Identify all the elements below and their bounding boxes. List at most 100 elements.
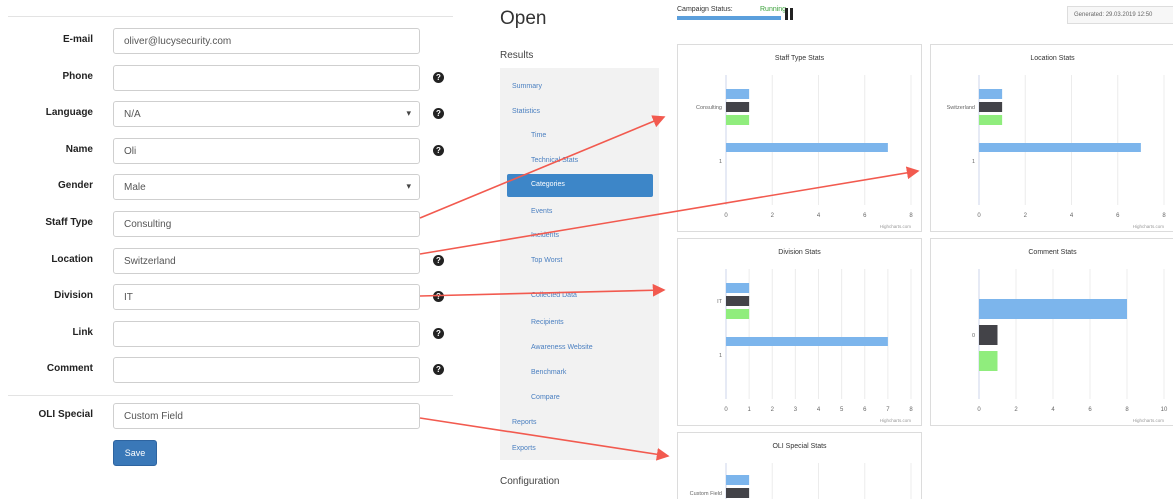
oli-special-stats-card: OLI Special Stats Custom Field xyxy=(677,432,922,499)
question-circle-icon[interactable]: ? xyxy=(433,72,444,83)
x-tick-label: 1 xyxy=(747,407,751,413)
generated-timestamp: Generated: 29.03.2019 12:50 xyxy=(1067,6,1173,24)
x-tick-label: 2 xyxy=(771,407,775,413)
e-mail-input[interactable]: oliver@lucysecurity.com xyxy=(113,28,420,54)
x-tick-label: 0 xyxy=(977,407,981,413)
x-tick-label: 2 xyxy=(1014,407,1018,413)
x-tick-label: 8 xyxy=(1162,213,1166,219)
nav-item-recipients[interactable]: Recipients xyxy=(531,319,564,326)
y-category-label: 1 xyxy=(972,159,975,165)
language-label: Language xyxy=(45,107,93,118)
y-category-label: Consulting xyxy=(696,105,722,111)
phone-input[interactable] xyxy=(113,65,420,91)
bar-series-3 xyxy=(726,115,750,125)
x-tick-label: 6 xyxy=(1116,213,1120,219)
bar-single xyxy=(726,143,888,152)
comment-input[interactable] xyxy=(113,357,420,383)
bar-single xyxy=(979,143,1141,152)
x-tick-label: 8 xyxy=(909,407,913,413)
form-row-staff-type: Staff Type Consulting xyxy=(0,211,455,237)
chart-plot: 0 2 4 6 8 10 Highcharts.com 0 xyxy=(972,269,1168,423)
division-label: Division xyxy=(54,290,93,301)
nav-item-incidents[interactable]: Incidents xyxy=(531,232,559,239)
nav-item-technical-stats[interactable]: Technical Stats xyxy=(531,157,578,164)
oli-special-input[interactable]: Custom Field xyxy=(113,403,420,429)
language-select[interactable]: N/A xyxy=(113,101,420,127)
nav-item-time[interactable]: Time xyxy=(531,132,546,139)
x-tick-label: 3 xyxy=(794,407,798,413)
bar-series-2 xyxy=(726,102,750,112)
question-circle-icon[interactable]: ? xyxy=(433,291,444,302)
gender-select[interactable]: Male xyxy=(113,174,420,200)
nav-item-exports[interactable]: Exports xyxy=(512,445,536,452)
nav-item-benchmark[interactable]: Benchmark xyxy=(531,369,566,376)
chart-plot: Custom Field xyxy=(690,463,912,499)
nav-item-reports[interactable]: Reports xyxy=(512,419,537,426)
highcharts-credit: Highcharts.com xyxy=(1133,418,1165,423)
x-tick-label: 8 xyxy=(1125,407,1129,413)
location-label: Location xyxy=(51,254,93,265)
x-tick-label: 10 xyxy=(1161,407,1168,413)
nav-item-summary[interactable]: Summary xyxy=(512,83,542,90)
y-category-label: 1 xyxy=(719,353,722,359)
question-circle-icon[interactable]: ? xyxy=(433,364,444,375)
nav-item-awareness-website[interactable]: Awareness Website xyxy=(531,344,593,351)
bar-series-2 xyxy=(979,102,1003,112)
x-tick-label: 6 xyxy=(863,407,867,413)
gender-label: Gender xyxy=(57,180,93,191)
division-input[interactable]: IT xyxy=(113,284,420,310)
results-heading: Results xyxy=(500,50,534,61)
configuration-heading[interactable]: Configuration xyxy=(500,476,559,487)
location-stats-card: Location Stats 0 2 4 6 8 Highcharts.com Switzer… xyxy=(930,44,1173,232)
staff-type-stats-card: Staff Type Stats 0 2 4 6 8 Highcharts.com Consu… xyxy=(677,44,922,232)
page-title: Open xyxy=(500,8,547,29)
highcharts-credit: Highcharts.com xyxy=(1133,224,1165,229)
pause-icon[interactable] xyxy=(785,8,794,20)
chart-plot: 0 2 4 6 8 Highcharts.com Switzerland 1 xyxy=(947,75,1166,229)
highcharts-credit: Highcharts.com xyxy=(880,418,912,423)
bar-series-2 xyxy=(979,325,998,345)
question-circle-icon[interactable]: ? xyxy=(433,108,444,119)
bar-series-1 xyxy=(726,89,750,99)
staff-type-input[interactable]: Consulting xyxy=(113,211,420,237)
nav-item-statistics[interactable]: Statistics xyxy=(512,108,540,115)
highcharts-credit: Highcharts.com xyxy=(880,224,912,229)
bar-series-3 xyxy=(979,351,998,371)
location-input[interactable]: Switzerland xyxy=(113,248,420,274)
y-category-label: IT xyxy=(717,299,723,305)
x-tick-label: 4 xyxy=(1070,213,1074,219)
results-nav-panel: Summary Statistics Time Technical Stats Cate… xyxy=(500,68,659,460)
nav-item-collected-data[interactable]: Collected Data xyxy=(531,292,577,299)
question-circle-icon[interactable]: ? xyxy=(433,328,444,339)
x-tick-label: 4 xyxy=(1051,407,1055,413)
campaign-progress-bar xyxy=(677,16,781,20)
nav-item-top-worst[interactable]: Top Worst xyxy=(531,257,562,264)
phone-label: Phone xyxy=(62,71,93,82)
name-input[interactable]: Oli xyxy=(113,138,420,164)
bar-single xyxy=(726,337,888,346)
form-top-divider xyxy=(8,16,453,17)
chart-plot: 0 2 4 6 8 Highcharts.com Consulting 1 xyxy=(696,75,913,229)
x-tick-label: 2 xyxy=(771,213,775,219)
comment-label: Comment xyxy=(46,363,93,374)
x-tick-label: 0 xyxy=(724,407,728,413)
link-input[interactable] xyxy=(113,321,420,347)
question-circle-icon[interactable]: ? xyxy=(433,145,444,156)
x-tick-label: 8 xyxy=(909,213,913,219)
form-row-phone: Phone? xyxy=(0,65,455,91)
nav-item-compare[interactable]: Compare xyxy=(531,394,560,401)
x-tick-label: 2 xyxy=(1024,213,1028,219)
x-tick-label: 4 xyxy=(817,407,821,413)
staff-type-label: Staff Type xyxy=(45,217,93,228)
nav-item-events[interactable]: Events xyxy=(531,208,552,215)
y-category-label: 0 xyxy=(972,333,975,339)
bar-series-3 xyxy=(726,309,750,319)
x-tick-label: 6 xyxy=(1088,407,1092,413)
y-category-label: 1 xyxy=(719,159,722,165)
save-button[interactable]: Save xyxy=(113,440,157,466)
comment-stats-card: Comment Stats 0 2 4 6 8 10 Highcharts.com 0 xyxy=(930,238,1173,426)
form-row-gender: Gender Male xyxy=(0,174,455,200)
nav-item-categories[interactable]: Categories xyxy=(507,174,653,197)
name-label: Name xyxy=(65,144,93,155)
question-circle-icon[interactable]: ? xyxy=(433,255,444,266)
